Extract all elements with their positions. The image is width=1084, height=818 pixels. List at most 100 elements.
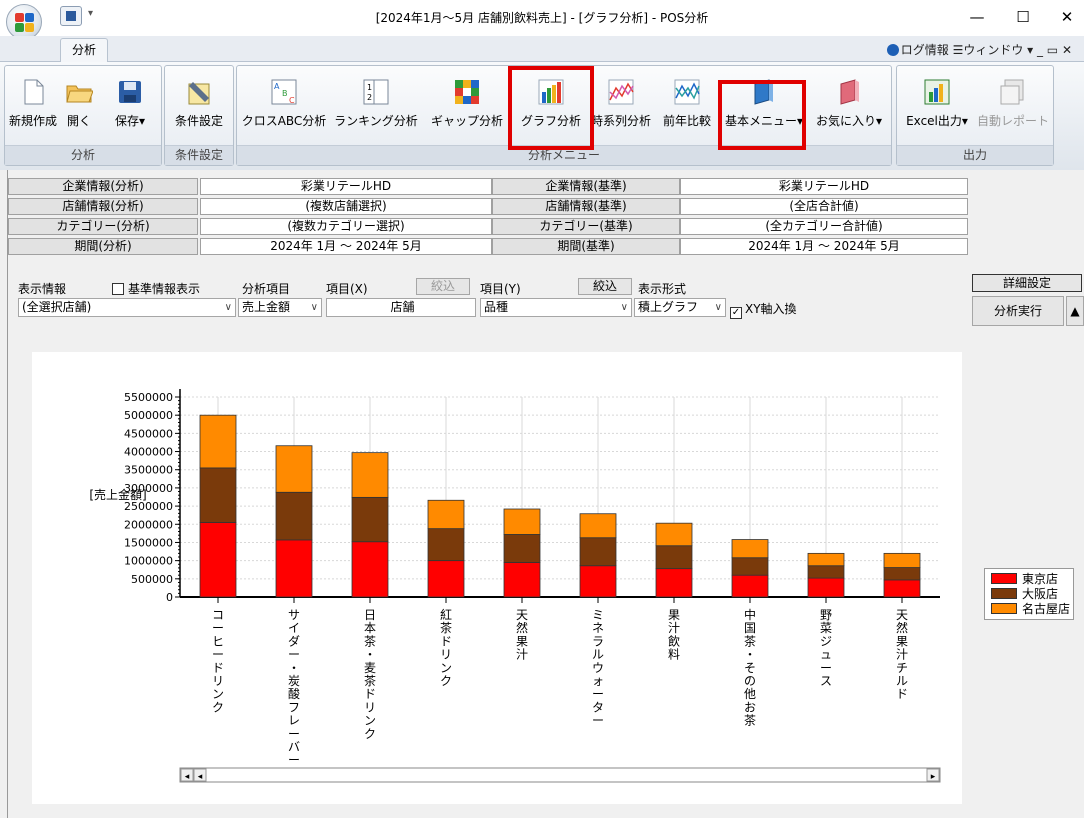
chart-legend: 東京店 大阪店 名古屋店 bbox=[984, 568, 1074, 620]
y-tick-label: 2000000 bbox=[124, 518, 173, 531]
log-window-menu[interactable]: ログ情報 ☰ウィンドウ ▾ _ ▭ ✕ bbox=[901, 43, 1072, 57]
h-scrollbar bbox=[179, 767, 941, 783]
bar-segment bbox=[199, 467, 237, 523]
bar-segment bbox=[579, 537, 617, 567]
legend-swatch bbox=[991, 588, 1017, 599]
bar-segment bbox=[351, 541, 389, 598]
base-info-label: 基準情報表示 bbox=[128, 282, 201, 296]
legend-item: 名古屋店 bbox=[991, 602, 1070, 616]
auto-report-button[interactable]: 自動レポート bbox=[977, 72, 1049, 136]
checkmark-icon[interactable]: ✓ bbox=[730, 307, 742, 319]
ranking-button[interactable]: 12 ランキング分析 bbox=[331, 72, 421, 136]
year-compare-button[interactable]: 前年比較 bbox=[657, 72, 717, 136]
group-label: 出力 bbox=[897, 145, 1053, 165]
format-select[interactable]: 積上グラフ ∨ bbox=[634, 298, 726, 317]
bar-segment bbox=[655, 568, 693, 598]
info-label: 企業情報(基準) bbox=[492, 178, 680, 195]
legend-label: 大阪店 bbox=[1022, 587, 1059, 601]
item-x-field[interactable]: 店舗 bbox=[326, 298, 476, 317]
info-value: 2024年 1月 ～ 2024年 5月 bbox=[200, 238, 492, 255]
item-y-label: 項目(Y) bbox=[480, 282, 521, 296]
svg-text:1: 1 bbox=[367, 83, 372, 92]
highlight-graph-analysis bbox=[508, 66, 594, 150]
gap-analysis-button[interactable]: ギャップ分析 bbox=[427, 72, 507, 136]
store-select[interactable]: (全選択店舗) ∨ bbox=[18, 298, 236, 317]
info-value: 彩業リテールHD bbox=[680, 178, 968, 195]
gap-analysis-icon bbox=[453, 78, 481, 106]
cross-abc-button[interactable]: ABC クロスABC分析 bbox=[241, 72, 327, 136]
folder-open-icon bbox=[65, 78, 94, 106]
bar-segment bbox=[275, 539, 313, 598]
item-y-select[interactable]: 品種 ∨ bbox=[480, 298, 632, 317]
xy-swap-checkbox[interactable]: ✓ XY軸入換 bbox=[730, 300, 797, 319]
detail-settings-button[interactable]: 詳細設定 bbox=[972, 274, 1082, 292]
bar-segment bbox=[503, 562, 541, 598]
favorites-button[interactable]: お気に入り▾ bbox=[809, 72, 889, 136]
x-tick-label: 天然果汁 bbox=[516, 608, 528, 662]
bar-segment bbox=[275, 491, 313, 541]
x-tick-label: 天然果汁チルド bbox=[896, 608, 908, 701]
y-tick-label: 5000000 bbox=[124, 409, 173, 422]
item-x-label: 項目(X) bbox=[326, 282, 368, 296]
ribbon-tab-bar: 分析 ログ情報 ☰ウィンドウ ▾ _ ▭ ✕ bbox=[0, 36, 1084, 63]
open-button[interactable]: 開く bbox=[61, 72, 97, 136]
info-icon bbox=[886, 44, 899, 56]
store-select-value: (全選択店舗) bbox=[22, 300, 92, 314]
new-document-icon bbox=[19, 78, 47, 106]
tab-analysis[interactable]: 分析 bbox=[60, 38, 108, 63]
cross-abc-icon: ABC bbox=[270, 78, 298, 106]
title-bar: ▾ [2024年1月～5月 店舗別飲料売上] - [グラフ分析] - POS分析… bbox=[0, 0, 1084, 40]
highlight-basic-menu bbox=[718, 80, 806, 150]
save-button[interactable]: 保存▾ bbox=[103, 72, 157, 136]
save-disk-icon bbox=[116, 78, 144, 106]
ribbon: 新規作成 開く 保存▾ 分析 条件設定 条件設定 ABC クロスABC分析 12… bbox=[0, 62, 1084, 170]
bar-segment bbox=[503, 508, 541, 535]
x-tick-label: コーヒードリンク bbox=[212, 608, 224, 714]
chevron-down-icon: ∨ bbox=[714, 302, 722, 313]
bar-segment bbox=[807, 577, 845, 598]
info-label: 期間(分析) bbox=[8, 238, 198, 255]
x-tick-label: 日本茶・麦茶ドリンク bbox=[364, 608, 376, 741]
bar-segment bbox=[351, 496, 389, 543]
group-output: Excel出力▾ 自動レポート 出力 bbox=[896, 65, 1054, 166]
display-format-label: 表示形式 bbox=[638, 282, 687, 296]
minimize-button[interactable]: — bbox=[962, 4, 992, 30]
ribbon-right-menu[interactable]: ログ情報 ☰ウィンドウ ▾ _ ▭ ✕ bbox=[886, 41, 1072, 58]
condition-settings-button[interactable]: 条件設定 bbox=[169, 72, 229, 136]
group-analysis: 新規作成 開く 保存▾ 分析 bbox=[4, 65, 162, 166]
y-tick-label: 1000000 bbox=[124, 555, 173, 568]
x-tick-label: 中国茶・その他お茶 bbox=[744, 607, 756, 728]
run-analysis-button[interactable]: 分析実行 bbox=[972, 296, 1064, 326]
filter-y-button[interactable]: 絞込 bbox=[578, 278, 632, 295]
collapse-button[interactable]: ▲ bbox=[1066, 296, 1084, 326]
y-tick-label: 3500000 bbox=[124, 464, 173, 477]
close-button[interactable]: ✕ bbox=[1052, 4, 1082, 30]
bar-segment bbox=[883, 579, 921, 598]
maximize-button[interactable]: ☐ bbox=[1008, 4, 1038, 30]
x-tick-label: ミネラルウォーター bbox=[592, 608, 604, 728]
base-info-checkbox[interactable]: 基準情報表示 bbox=[112, 280, 200, 297]
bar-segment bbox=[807, 552, 845, 567]
bar-segment bbox=[883, 552, 921, 568]
bar-segment bbox=[351, 452, 389, 498]
filter-x-button[interactable]: 絞込 bbox=[416, 278, 470, 295]
bar-segment bbox=[427, 560, 465, 598]
x-tick-label: 野菜ジュース bbox=[820, 608, 832, 688]
metric-select[interactable]: 売上金額 ∨ bbox=[238, 298, 322, 317]
y-tick-label: 1500000 bbox=[124, 536, 173, 549]
excel-export-button[interactable]: Excel出力▾ bbox=[901, 72, 973, 136]
auto-report-icon bbox=[999, 78, 1027, 106]
bar-segment bbox=[199, 414, 237, 469]
scroll-step-arrow: ◂ bbox=[198, 772, 203, 782]
checkbox-icon[interactable] bbox=[112, 283, 124, 295]
time-series-button[interactable]: 時系列分析 bbox=[587, 72, 655, 136]
time-series-icon bbox=[607, 78, 635, 106]
xy-swap-label: XY軸入換 bbox=[745, 302, 797, 316]
new-button[interactable]: 新規作成 bbox=[9, 72, 57, 136]
format-select-value: 積上グラフ bbox=[638, 300, 699, 314]
y-tick-label: 4000000 bbox=[124, 446, 173, 459]
condition-settings-icon bbox=[185, 78, 213, 106]
chart-panel: 5500000 5000000 4500000 4000000 3500000 30000… bbox=[32, 352, 962, 804]
bar-segment bbox=[731, 539, 769, 559]
info-value: 2024年 1月 ～ 2024年 5月 bbox=[680, 238, 968, 255]
